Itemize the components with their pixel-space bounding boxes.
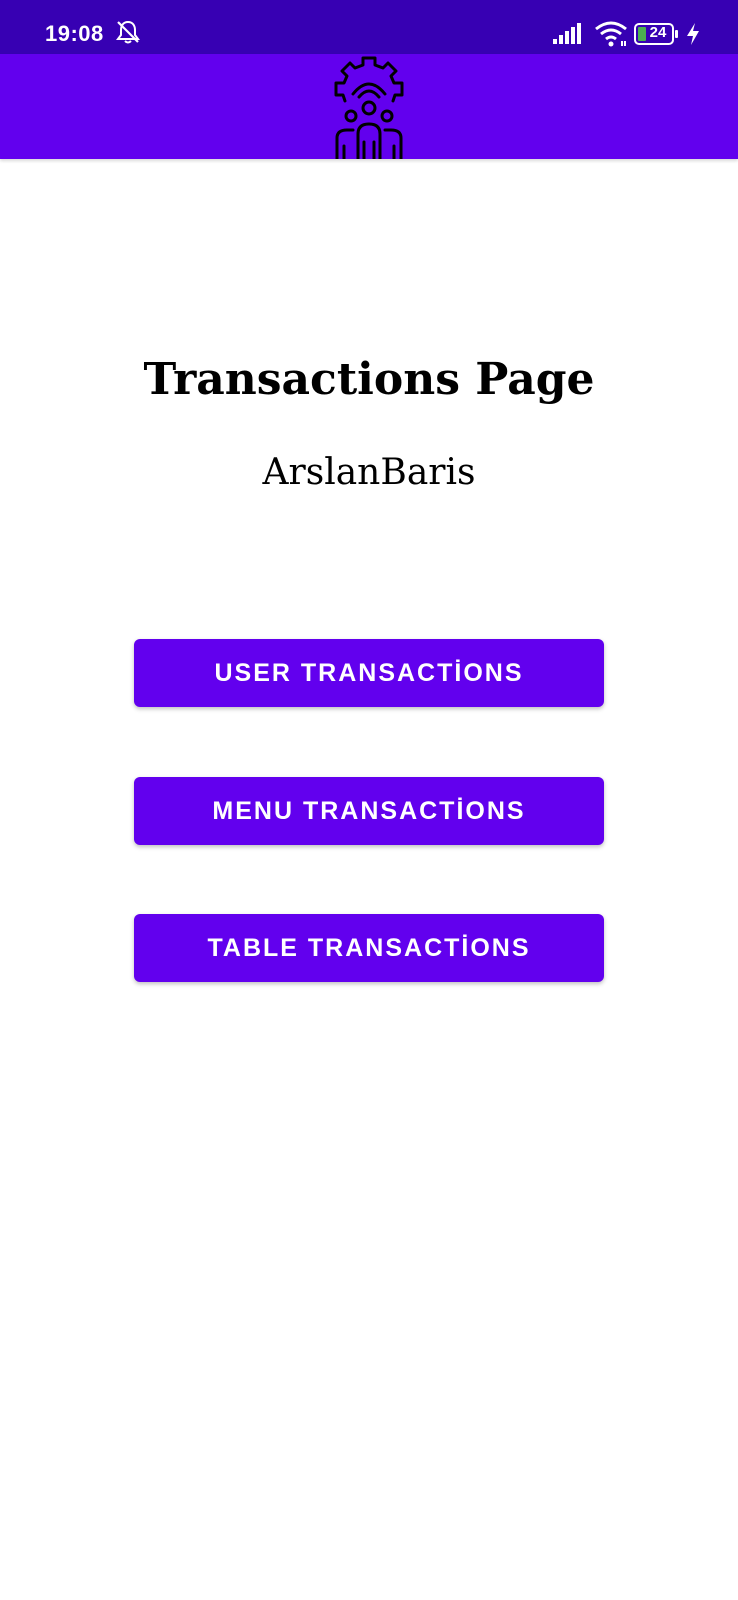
- user-name: ArslanBaris: [262, 452, 476, 493]
- user-transactions-button[interactable]: USER TRANSACTİONS: [134, 639, 604, 707]
- battery-level: 24: [649, 24, 667, 41]
- bell-off-icon: [116, 20, 140, 44]
- gear-people-logo-icon: [334, 56, 404, 159]
- app-bar: [0, 54, 738, 159]
- signal-icon: [553, 23, 581, 44]
- charging-icon: [687, 23, 699, 45]
- wifi-icon: [595, 21, 627, 47]
- status-time: 19:08: [45, 21, 104, 46]
- menu-transactions-button[interactable]: MENU TRANSACTİONS: [134, 777, 604, 845]
- status-bar: 19:08 24: [0, 0, 738, 54]
- screen: 19:08 24 Transactions Page ArslanBaris U…: [0, 0, 738, 1600]
- table-transactions-button[interactable]: TABLE TRANSACTİONS: [134, 914, 604, 982]
- page-title: Transactions Page: [143, 354, 595, 405]
